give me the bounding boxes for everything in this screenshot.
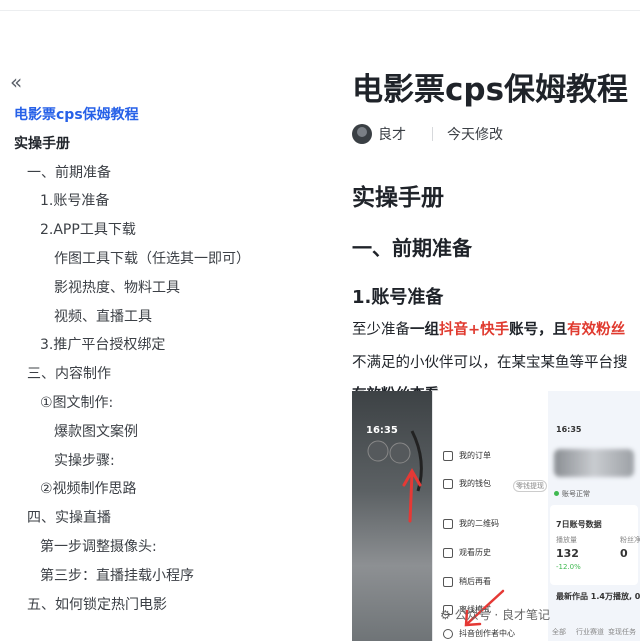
status-dot — [554, 491, 559, 496]
wechat-icon: ⚙ — [440, 608, 451, 622]
blurred-username — [554, 449, 634, 477]
toc-item[interactable]: 第三步：直播挂载小程序 — [40, 565, 194, 585]
toc-item[interactable]: 2.APP工具下载 — [40, 219, 136, 239]
document-title: 电影票cps保姆教程 — [352, 72, 629, 108]
heading-1: 实操手册 — [352, 185, 444, 211]
toc-item[interactable]: 1.账号准备 — [40, 190, 109, 210]
toc-item[interactable]: 第一步调整摄像头: — [40, 536, 157, 556]
toc-item[interactable]: ②视频制作思路 — [40, 478, 137, 498]
toc-item[interactable]: 作图工具下载（任选其一即可） — [54, 248, 250, 268]
toc-item[interactable]: ①图文制作: — [40, 392, 113, 412]
toc-item[interactable]: 实操步骤: — [54, 450, 115, 470]
screenshot-image-2: 我的订单 我的钱包 零钱提现 我的二维码 观看历史 稍后再看 离线模式 抖音创作… — [432, 391, 548, 641]
toc-item[interactable]: 一、前期准备 — [27, 162, 111, 182]
toc-item[interactable]: 三、内容制作 — [27, 363, 111, 383]
data-card: 7日账号数据 播放量 粉丝净 132 0 -12.0% — [550, 505, 640, 585]
author-avatar[interactable] — [352, 124, 372, 144]
toc-item[interactable]: 视频、直播工具 — [54, 306, 152, 326]
heading-3: 1.账号准备 — [352, 287, 444, 308]
toc-item[interactable]: 四、实操直播 — [27, 507, 111, 527]
toc-item[interactable]: 电影票cps保姆教程 — [14, 104, 139, 124]
screenshot-image-1: 16:35 — [352, 391, 432, 641]
paragraph-account-requirement: 至少准备一组抖音+快手账号，且有效粉丝 — [352, 322, 626, 338]
red-arrow-icon — [367, 430, 423, 523]
document-meta: 良才 今天修改 — [352, 123, 503, 145]
modified-time: 今天修改 — [447, 127, 503, 143]
toc-item[interactable]: 实操手册 — [14, 133, 70, 153]
toc-item[interactable]: 影视热度、物料工具 — [54, 277, 180, 297]
collapse-sidebar-icon[interactable]: « — [10, 72, 22, 92]
heading-2: 一、前期准备 — [352, 236, 472, 260]
paragraph-alternative: 不满足的小伙伴可以，在某宝某鱼等平台搜 — [352, 355, 628, 371]
watermark: ⚙ 公众号 · 良才笔记 — [440, 608, 551, 622]
meta-divider — [432, 127, 433, 141]
toc-item[interactable]: 爆款图文案例 — [54, 421, 138, 441]
toc-item[interactable]: 五、如何锁定热门电影 — [27, 594, 167, 614]
document-body: 电影票cps保姆教程 良才 今天修改 实操手册 一、前期准备 1.账号准备 至少… — [352, 0, 640, 641]
screenshot-image-3: 16:35 账号正常 7日账号数据 播放量 粉丝净 132 0 -12.0% 最… — [548, 391, 640, 641]
toc-item[interactable]: 3.推广平台授权绑定 — [40, 334, 165, 354]
author-name[interactable]: 良才 — [378, 124, 406, 144]
red-arrow-icon-2 — [464, 589, 505, 627]
